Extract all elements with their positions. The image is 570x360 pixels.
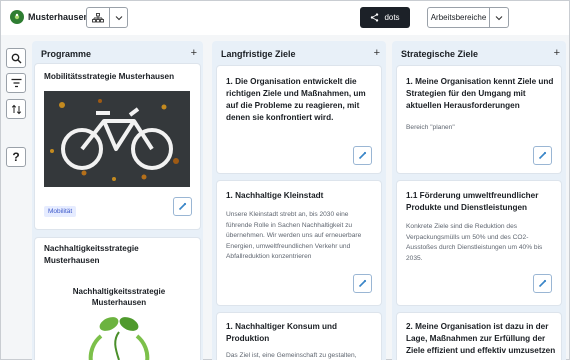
add-icon[interactable]: + [554,47,560,59]
card-description: Bereich "planen" [406,124,455,131]
column-programme: Programme + Mobilitätsstrategie Musterha… [32,41,203,360]
column-title: Programme [41,49,92,59]
view-switcher[interactable] [86,7,128,28]
image-heading: Nachhaltigkeitsstrategie Musterhausen [72,287,166,307]
sort-icon [11,104,21,114]
bicycle-icon [44,91,190,187]
leaf-icon [14,13,20,20]
edit-icon [538,279,547,288]
program-card[interactable]: Nachhaltigkeitsstrategie Musterhausen Na… [35,238,200,360]
edit-button[interactable] [533,274,552,293]
top-bar: Musterhausen dots Arbeitsbereiche [1,1,569,35]
card-title: 1.1 Förderung umweltfreundlicher Produkt… [406,191,539,212]
search-icon [11,53,21,63]
sustainability-image [81,314,157,360]
add-icon[interactable]: + [191,47,197,59]
areas-label: Arbeitsbereiche [428,8,490,27]
card-title: 2. Meine Organisation ist dazu in der La… [406,322,556,355]
card-title: Nachhaltigkeitsstrategie Musterhausen [44,244,139,265]
edit-button[interactable] [173,197,192,216]
help-button[interactable]: ? [6,147,26,167]
program-card[interactable]: Mobilitätsstrategie Musterhausen Mobilit… [35,64,200,229]
card-title: 1. Die Organisation entwickelt die richt… [226,77,366,122]
strategy-card[interactable]: 2. Meine Organisation ist dazu in der La… [397,313,561,360]
view-dropdown-button[interactable] [110,8,127,27]
edit-button[interactable] [533,146,552,165]
filter-button[interactable] [6,73,26,93]
card-title: Mobilitätsstrategie Musterhausen [44,72,175,81]
chevron-down-icon [495,15,503,20]
strategy-card[interactable]: 1. Meine Organisation kennt Ziele und St… [397,66,561,173]
share-label: dots [384,13,400,22]
sort-button[interactable] [6,99,26,119]
app-title: Musterhausen [28,12,90,22]
edit-button[interactable] [353,274,372,293]
card-description: Unsere Kleinstadt strebt an, bis 2030 ei… [226,211,362,260]
chevron-down-icon [115,15,122,20]
share-button[interactable]: dots [360,7,410,28]
goal-card[interactable]: 1. Die Organisation entwickelt die richt… [217,66,381,173]
card-title: 1. Nachhaltige Kleinstadt [226,191,324,200]
edit-icon [358,151,367,160]
column-title: Strategische Ziele [401,49,479,59]
column-long-term-goals: Langfristige Ziele + 1. Die Organisation… [212,41,386,360]
search-button[interactable] [6,48,26,68]
edit-icon [358,279,367,288]
column-title: Langfristige Ziele [221,49,296,59]
tag-mobility: Mobilität [44,206,77,217]
recycle-leaf-icon [88,317,150,360]
edit-icon [538,151,547,160]
add-icon[interactable]: + [374,47,380,59]
edit-button[interactable] [353,146,372,165]
card-title: 1. Nachhaltiger Konsum und Produktion [226,322,337,343]
share-icon [371,13,379,22]
hierarchy-icon [92,12,104,22]
areas-chevron[interactable] [490,8,508,27]
filter-icon [11,78,21,88]
card-description: Das Ziel ist, eine Gemeinschaft zu gesta… [226,352,357,359]
card-title: 1. Meine Organisation kennt Ziele und St… [406,77,554,110]
goal-card[interactable]: 1. Nachhaltiger Konsum und Produktion Da… [217,313,381,360]
bicycle-image [44,91,190,187]
card-description: Konkrete Ziele sind die Reduktion des Ve… [406,223,543,262]
edit-icon [178,202,187,211]
help-icon: ? [12,150,20,164]
goal-card[interactable]: 1. Nachhaltige Kleinstadt Unsere Kleinst… [217,181,381,305]
strategy-card[interactable]: 1.1 Förderung umweltfreundlicher Produkt… [397,181,561,305]
areas-dropdown[interactable]: Arbeitsbereiche [427,7,509,28]
column-strategic-goals: Strategische Ziele + 1. Meine Organisati… [392,41,566,360]
app-logo [10,10,24,24]
hierarchy-view-button[interactable] [87,8,110,27]
